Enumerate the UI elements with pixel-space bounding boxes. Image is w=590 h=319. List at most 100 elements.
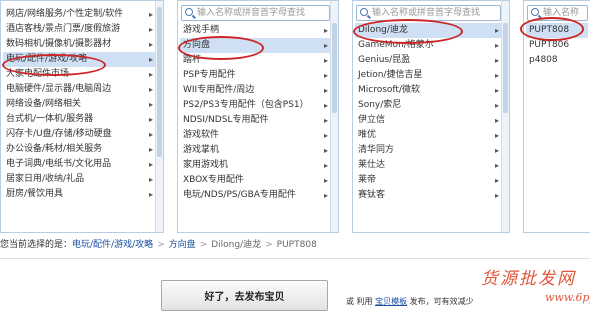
- publish-item-button[interactable]: 好了，去发布宝贝: [161, 280, 328, 311]
- search-input[interactable]: [372, 7, 498, 19]
- category-item-label: p4808: [529, 55, 558, 65]
- breadcrumb-item-model[interactable]: PUPT808: [277, 240, 317, 250]
- category-item[interactable]: PUPT808: [526, 23, 588, 38]
- category-item-label: 闪存卡/U盘/存储/移动硬盘: [6, 129, 112, 139]
- category-item[interactable]: 闪存卡/U盘/存储/移动硬盘 ▸: [3, 127, 155, 142]
- category-item[interactable]: 方向盘 ▸: [180, 38, 330, 53]
- chevron-right-icon: ▸: [323, 86, 328, 95]
- category-item[interactable]: 网络设备/网络相关 ▸: [3, 97, 155, 112]
- breadcrumb-item-category[interactable]: 电玩/配件/游戏/攻略: [72, 240, 153, 250]
- chevron-right-icon: ▸: [494, 56, 499, 65]
- category-item-label: 唯优: [358, 130, 377, 140]
- category-item-label: 厨房/餐饮用具: [6, 189, 64, 199]
- category-item[interactable]: Jetion/捷信吉星 ▸: [355, 68, 501, 83]
- category-item[interactable]: 台式机/一体机/服务器 ▸: [3, 112, 155, 127]
- template-hint-suffix: 发布，可有效减少: [409, 297, 474, 306]
- category-item[interactable]: 厨房/餐饮用具 ▸: [3, 187, 155, 202]
- scrollbar-thumb[interactable]: [332, 23, 337, 113]
- chevron-right-icon: ▸: [494, 131, 499, 140]
- breadcrumb-separator: >: [157, 240, 165, 250]
- divider: [0, 258, 590, 259]
- category-list-1: 网店/网络服务/个性定制/软件 ▸ 酒店客栈/景点门票/度假旅游 ▸ 数码相机/摄像机/…: [3, 7, 155, 202]
- scrollbar[interactable]: [330, 1, 338, 232]
- category-item[interactable]: XBOX专用配件 ▸: [180, 173, 330, 188]
- category-item[interactable]: 游戏软件 ▸: [180, 128, 330, 143]
- category-item[interactable]: 踏杆 ▸: [180, 53, 330, 68]
- search-input[interactable]: [197, 7, 327, 19]
- category-item[interactable]: 赛钛客 ▸: [355, 188, 501, 203]
- category-item-label: 莱仕达: [358, 160, 386, 170]
- chevron-right-icon: ▸: [323, 26, 328, 35]
- category-item-label: 电脑硬件/显示器/电脑周边: [6, 84, 112, 94]
- category-item[interactable]: 伊立信 ▸: [355, 113, 501, 128]
- chevron-right-icon: ▸: [494, 161, 499, 170]
- category-item-label: GameMon/格蒙尔: [358, 40, 434, 50]
- category-item[interactable]: 居家日用/收纳/礼品 ▸: [3, 172, 155, 187]
- category-item-label: 居家日用/收纳/礼品: [6, 174, 85, 184]
- chevron-right-icon: ▸: [148, 55, 153, 64]
- category-item[interactable]: 电脑硬件/显示器/电脑周边 ▸: [3, 82, 155, 97]
- category-item-label: PUPT806: [529, 40, 570, 50]
- category-item[interactable]: 大家电配件市场 ▸: [3, 67, 155, 82]
- search-box[interactable]: [356, 5, 501, 21]
- category-item-label: 办公设备/耗材/相关服务: [6, 144, 103, 154]
- scrollbar[interactable]: [501, 1, 509, 232]
- scrollbar-thumb[interactable]: [157, 7, 162, 157]
- category-item[interactable]: 莱帝 ▸: [355, 173, 501, 188]
- template-hint: 或 利用 宝贝模板 发布，可有效减少: [346, 296, 474, 307]
- breadcrumb-item-brand[interactable]: Dilong/迪龙: [211, 240, 261, 250]
- category-item[interactable]: 家用游戏机 ▸: [180, 158, 330, 173]
- chevron-right-icon: ▸: [148, 175, 153, 184]
- category-item[interactable]: PS2/PS3专用配件（包含PS1） ▸: [180, 98, 330, 113]
- category-item[interactable]: WII专用配件/周边 ▸: [180, 83, 330, 98]
- category-item[interactable]: Dilong/迪龙 ▸: [355, 23, 501, 38]
- chevron-right-icon: ▸: [323, 146, 328, 155]
- chevron-right-icon: ▸: [148, 40, 153, 49]
- chevron-right-icon: ▸: [323, 161, 328, 170]
- item-template-link[interactable]: 宝贝模板: [375, 297, 407, 306]
- category-item[interactable]: Microsoft/微软 ▸: [355, 83, 501, 98]
- category-item[interactable]: Sony/索尼 ▸: [355, 98, 501, 113]
- chevron-right-icon: ▸: [148, 160, 153, 169]
- chevron-right-icon: ▸: [494, 101, 499, 110]
- category-column-2: 游戏手柄▸方向盘▸踏杆▸PSP专用配件▸WII专用配件/周边▸PS2/PS3专用…: [177, 0, 339, 233]
- category-item-label: PUPT808: [529, 25, 570, 35]
- category-item[interactable]: 唯优 ▸: [355, 128, 501, 143]
- category-item[interactable]: 游戏掌机 ▸: [180, 143, 330, 158]
- search-input[interactable]: [543, 7, 585, 19]
- scrollbar[interactable]: [155, 1, 163, 232]
- category-item[interactable]: PSP专用配件 ▸: [180, 68, 330, 83]
- breadcrumb-item-subcategory[interactable]: 方向盘: [169, 240, 196, 250]
- category-item[interactable]: GameMon/格蒙尔 ▸: [355, 38, 501, 53]
- category-item-label: 游戏手柄: [183, 25, 220, 35]
- category-item[interactable]: PUPT806: [526, 38, 588, 53]
- category-item[interactable]: 网店/网络服务/个性定制/软件 ▸: [3, 7, 155, 22]
- category-item[interactable]: p4808: [526, 53, 588, 68]
- chevron-right-icon: ▸: [494, 191, 499, 200]
- category-item[interactable]: Genius/昆盈 ▸: [355, 53, 501, 68]
- category-item-label: WII专用配件/周边: [183, 85, 255, 95]
- category-item[interactable]: 莱仕达 ▸: [355, 158, 501, 173]
- category-item-label: Sony/索尼: [358, 100, 402, 110]
- search-box[interactable]: [181, 5, 330, 21]
- category-item-label: XBOX专用配件: [183, 175, 244, 185]
- scrollbar-thumb[interactable]: [503, 23, 508, 113]
- chevron-right-icon: ▸: [323, 176, 328, 185]
- category-item[interactable]: 游戏手柄 ▸: [180, 23, 330, 38]
- category-item[interactable]: 数码相机/摄像机/摄影器材 ▸: [3, 37, 155, 52]
- category-item-label: 莱帝: [358, 175, 377, 185]
- search-box[interactable]: [527, 5, 588, 21]
- category-item-label: 伊立信: [358, 115, 386, 125]
- chevron-right-icon: ▸: [323, 101, 328, 110]
- category-item[interactable]: 电子词典/电纸书/文化用品 ▸: [3, 157, 155, 172]
- category-item-label: 网络设备/网络相关: [6, 99, 82, 109]
- category-item[interactable]: 电玩/配件/游戏/攻略 ▸: [3, 52, 155, 67]
- category-item[interactable]: NDSI/NDSL专用配件 ▸: [180, 113, 330, 128]
- chevron-right-icon: ▸: [323, 41, 328, 50]
- category-item-label: Microsoft/微软: [358, 85, 420, 95]
- chevron-right-icon: ▸: [148, 145, 153, 154]
- category-item[interactable]: 电玩/NDS/PS/GBA专用配件 ▸: [180, 188, 330, 203]
- category-item[interactable]: 清华同方 ▸: [355, 143, 501, 158]
- category-item[interactable]: 办公设备/耗材/相关服务 ▸: [3, 142, 155, 157]
- category-item[interactable]: 酒店客栈/景点门票/度假旅游 ▸: [3, 22, 155, 37]
